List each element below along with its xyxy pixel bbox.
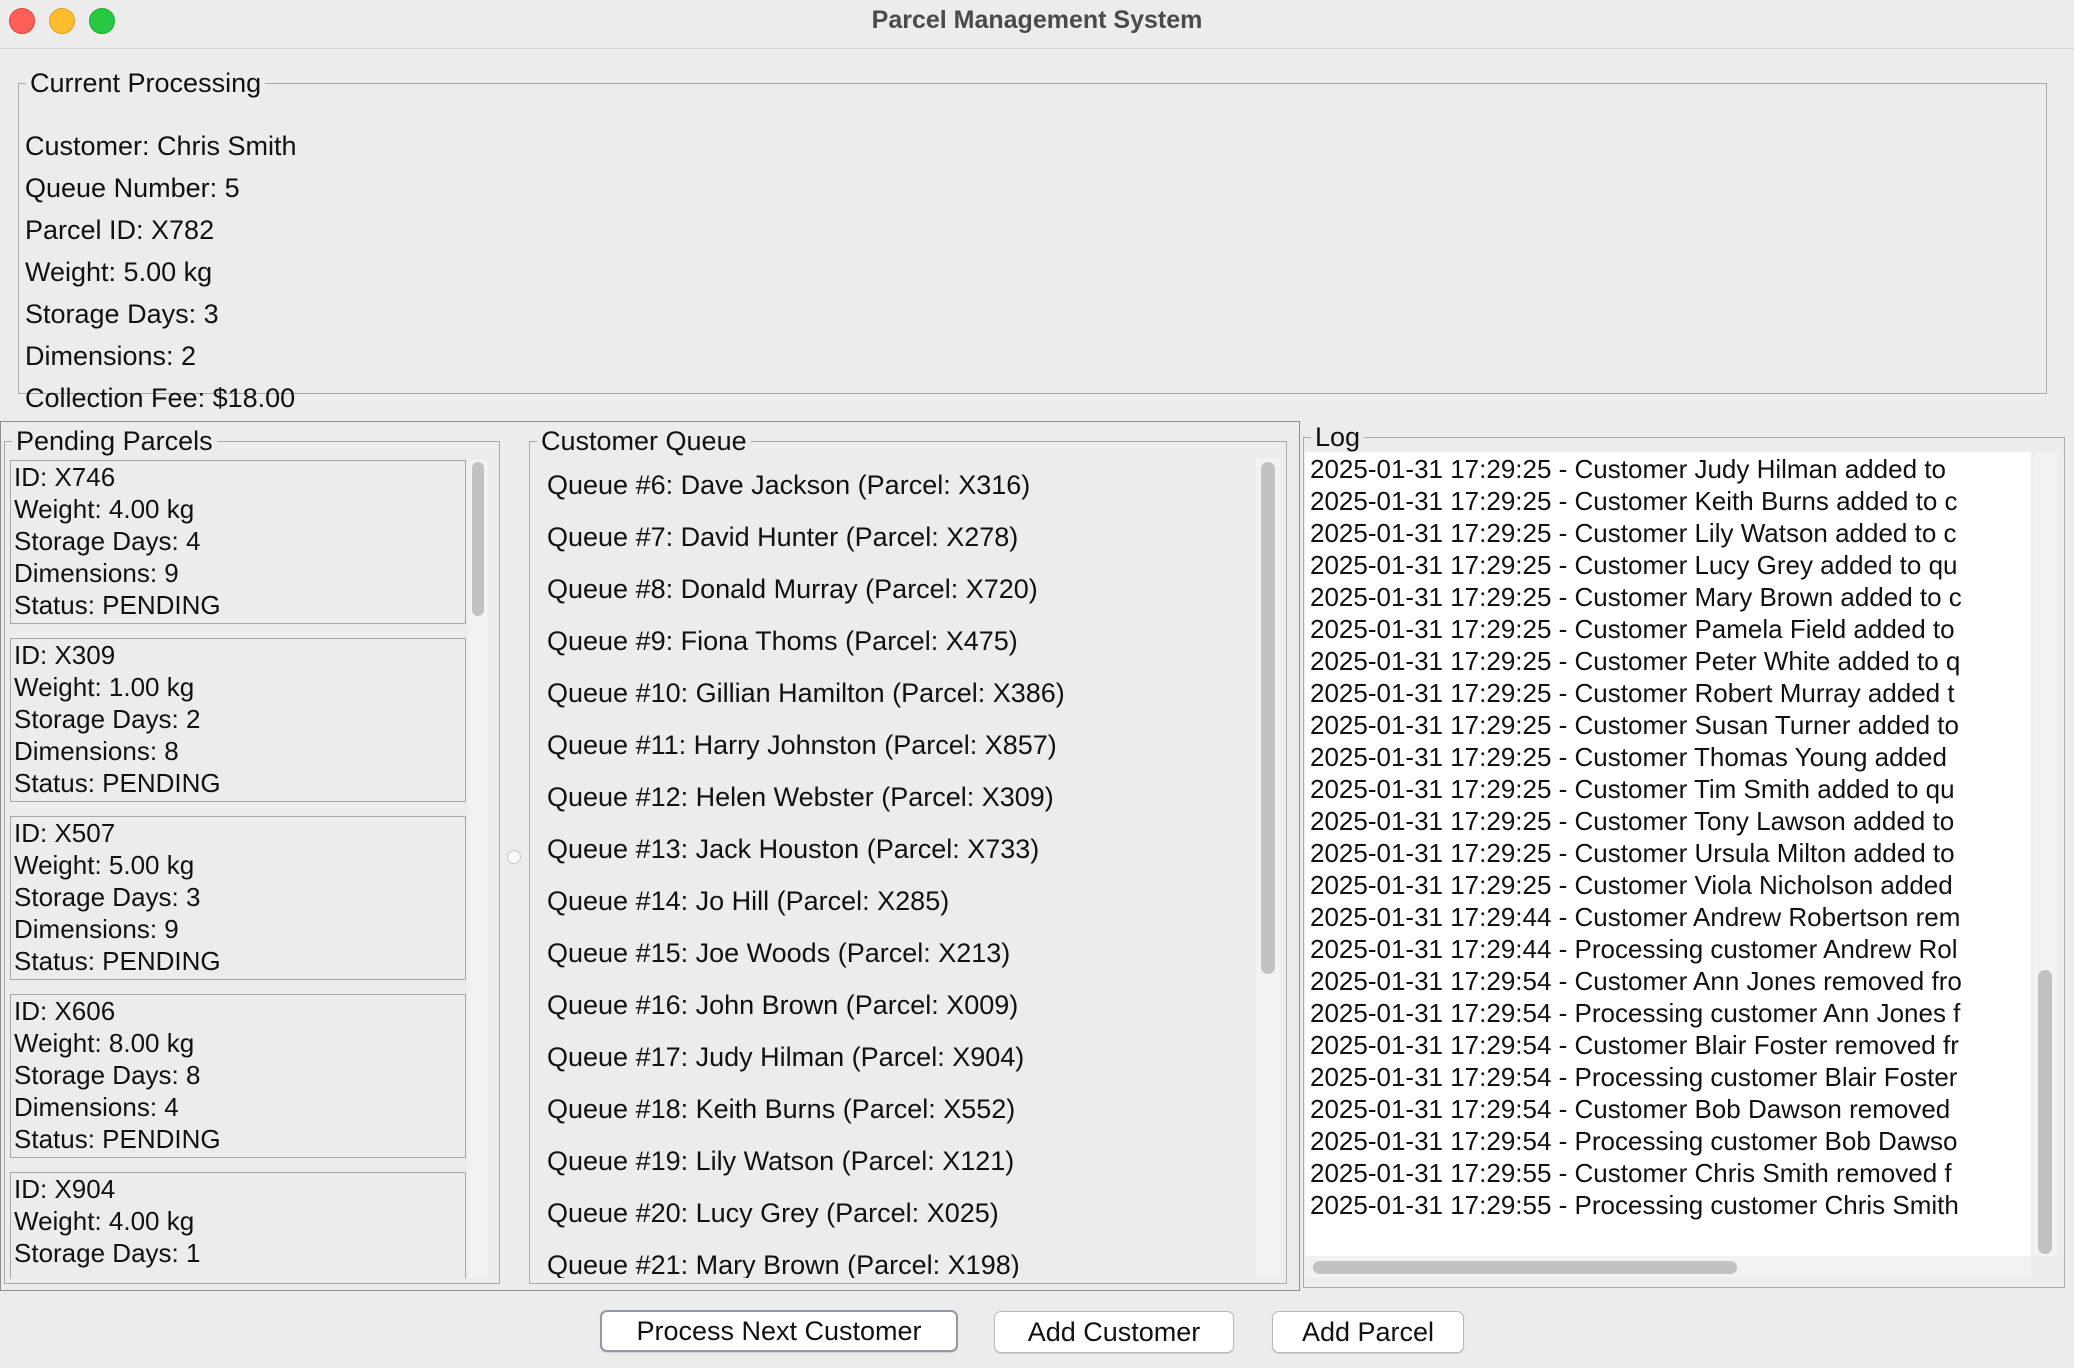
log-line: 2025-01-31 17:29:44 - Customer Andrew Ro… [1310,902,1961,932]
log-line: 2025-01-31 17:29:54 - Customer Bob Dawso… [1310,1094,1951,1124]
log-line: 2025-01-31 17:29:54 - Processing custome… [1310,1126,1958,1156]
queue-item[interactable]: Queue #10: Gillian Hamilton (Parcel: X38… [547,678,1065,709]
parcel-id: ID: X904 [14,1174,116,1204]
parcel-card[interactable]: ID: X904 Weight: 4.00 kg Storage Days: 1 [10,1172,466,1278]
log-line: 2025-01-31 17:29:54 - Customer Blair Fos… [1310,1030,1959,1060]
parcel-storage-days: Storage Days: 3 [14,882,201,912]
customer-queue-scroll-thumb[interactable] [1261,462,1275,974]
parcel-dimensions: Dimensions: 9 [14,914,179,944]
log-line: 2025-01-31 17:29:25 - Customer Peter Whi… [1310,646,1961,676]
queue-item[interactable]: Queue #6: Dave Jackson (Parcel: X316) [547,470,1030,501]
queue-item[interactable]: Queue #8: Donald Murray (Parcel: X720) [547,574,1038,605]
queue-item[interactable]: Queue #21: Mary Brown (Parcel: X198) [547,1250,1020,1278]
log-vertical-scrollbar[interactable] [2033,452,2057,1256]
current-storage-days: Storage Days: 3 [25,299,219,329]
queue-item[interactable]: Queue #9: Fiona Thoms (Parcel: X475) [547,626,1018,657]
log-line: 2025-01-31 17:29:25 - Customer Thomas Yo… [1310,742,1947,772]
log-line: 2025-01-31 17:29:25 - Customer Susan Tur… [1310,710,1959,740]
parcel-card[interactable]: ID: X606 Weight: 8.00 kg Storage Days: 8… [10,994,466,1158]
parcel-storage-days: Storage Days: 2 [14,704,201,734]
current-collection-fee: Collection Fee: $18.00 [25,383,296,413]
parcel-weight: Weight: 1.00 kg [14,672,195,702]
pending-parcels-legend: Pending Parcels [16,426,213,456]
current-processing-legend: Current Processing [30,68,262,98]
log-line: 2025-01-31 17:29:54 - Customer Ann Jones… [1310,966,1962,996]
split-pane-divider[interactable] [507,850,521,864]
parcel-storage-days: Storage Days: 8 [14,1060,201,1090]
current-parcel-id: Parcel ID: X782 [25,215,215,245]
log-line: 2025-01-31 17:29:54 - Processing custome… [1310,1062,1958,1092]
current-queue-number: Queue Number: 5 [25,173,240,203]
parcel-dimensions: Dimensions: 4 [14,1092,179,1122]
parcel-storage-days: Storage Days: 1 [14,1238,201,1268]
parcel-weight: Weight: 4.00 kg [14,494,195,524]
parcel-weight: Weight: 8.00 kg [14,1028,195,1058]
log-line: 2025-01-31 17:29:55 - Processing custome… [1310,1190,1959,1220]
customer-queue-list[interactable]: Queue #6: Dave Jackson (Parcel: X316) Qu… [530,458,1254,1278]
parcel-status: Status: PENDING [14,946,221,976]
queue-item[interactable]: Queue #13: Jack Houston (Parcel: X733) [547,834,1039,865]
queue-item[interactable]: Queue #19: Lily Watson (Parcel: X121) [547,1146,1014,1177]
add-parcel-button[interactable]: Add Parcel [1272,1311,1464,1353]
pending-parcels-scrollbar[interactable] [468,460,488,1278]
parcel-weight: Weight: 4.00 kg [14,1206,195,1236]
window-titlebar: Parcel Management System [0,0,2074,49]
customer-queue-scrollbar[interactable] [1256,458,1280,1278]
parcel-card[interactable]: ID: X746 Weight: 4.00 kg Storage Days: 4… [10,460,466,624]
log-vertical-scroll-thumb[interactable] [2038,970,2052,1254]
log-line: 2025-01-31 17:29:25 - Customer Tim Smith… [1310,774,1955,804]
current-dimensions: Dimensions: 2 [25,341,197,371]
log-line: 2025-01-31 17:29:25 - Customer Tony Laws… [1310,806,1955,836]
queue-item[interactable]: Queue #20: Lucy Grey (Parcel: X025) [547,1198,999,1229]
queue-item[interactable]: Queue #18: Keith Burns (Parcel: X552) [547,1094,1015,1125]
log-line: 2025-01-31 17:29:25 - Customer Mary Brow… [1310,582,1962,612]
queue-item[interactable]: Queue #7: David Hunter (Parcel: X278) [547,522,1018,553]
queue-item[interactable]: Queue #12: Helen Webster (Parcel: X309) [547,782,1054,813]
log-line: 2025-01-31 17:29:25 - Customer Robert Mu… [1310,678,1955,708]
parcel-status: Status: PENDING [14,590,221,620]
parcel-status: Status: PENDING [14,1124,221,1154]
log-line: 2025-01-31 17:29:55 - Customer Chris Smi… [1310,1158,1952,1188]
pending-parcels-list[interactable]: ID: X746 Weight: 4.00 kg Storage Days: 4… [10,460,466,1278]
log-line: 2025-01-31 17:29:25 - Customer Lily Wats… [1310,518,1957,548]
queue-item[interactable]: Queue #16: John Brown (Parcel: X009) [547,990,1018,1021]
queue-item[interactable]: Queue #15: Joe Woods (Parcel: X213) [547,938,1010,969]
queue-item[interactable]: Queue #11: Harry Johnston (Parcel: X857) [547,730,1057,761]
log-legend: Log [1315,422,1361,452]
parcel-card[interactable]: ID: X309 Weight: 1.00 kg Storage Days: 2… [10,638,466,802]
log-line: 2025-01-31 17:29:25 - Customer Lucy Grey… [1310,550,1958,580]
parcel-card[interactable]: ID: X507 Weight: 5.00 kg Storage Days: 3… [10,816,466,980]
log-horizontal-scrollbar[interactable] [1305,1256,2031,1278]
current-customer: Customer: Chris Smith [25,131,297,161]
log-line: 2025-01-31 17:29:25 - Customer Viola Nic… [1310,870,1953,900]
log-line: 2025-01-31 17:29:25 - Customer Judy Hilm… [1310,454,1946,484]
parcel-id: ID: X746 [14,462,116,492]
log-line: 2025-01-31 17:29:25 - Customer Keith Bur… [1310,486,1958,516]
customer-queue-legend: Customer Queue [541,426,747,456]
process-next-customer-button[interactable]: Process Next Customer [600,1310,958,1352]
log-text-area[interactable]: 2025-01-31 17:29:25 - Customer Judy Hilm… [1305,452,2031,1256]
log-line: 2025-01-31 17:29:25 - Customer Pamela Fi… [1310,614,1955,644]
parcel-status: Status: PENDING [14,768,221,798]
queue-item[interactable]: Queue #14: Jo Hill (Parcel: X285) [547,886,949,917]
parcel-storage-days: Storage Days: 4 [14,526,201,556]
parcel-id: ID: X606 [14,996,116,1026]
current-weight: Weight: 5.00 kg [25,257,213,287]
parcel-id: ID: X309 [14,640,116,670]
parcel-dimensions: Dimensions: 9 [14,558,179,588]
window-title: Parcel Management System [871,6,1203,34]
add-customer-button[interactable]: Add Customer [994,1311,1234,1353]
pending-parcels-scroll-thumb[interactable] [472,462,484,616]
current-processing-panel: Current Processing Customer: Chris Smith… [18,68,2047,413]
parcel-id: ID: X507 [14,818,116,848]
queue-item[interactable]: Queue #17: Judy Hilman (Parcel: X904) [547,1042,1024,1073]
log-line: 2025-01-31 17:29:44 - Processing custome… [1310,934,1958,964]
parcel-dimensions: Dimensions: 8 [14,736,179,766]
log-line: 2025-01-31 17:29:54 - Processing custome… [1310,998,1961,1028]
log-line: 2025-01-31 17:29:25 - Customer Ursula Mi… [1310,838,1955,868]
parcel-weight: Weight: 5.00 kg [14,850,195,880]
log-horizontal-scroll-thumb[interactable] [1313,1261,1737,1274]
